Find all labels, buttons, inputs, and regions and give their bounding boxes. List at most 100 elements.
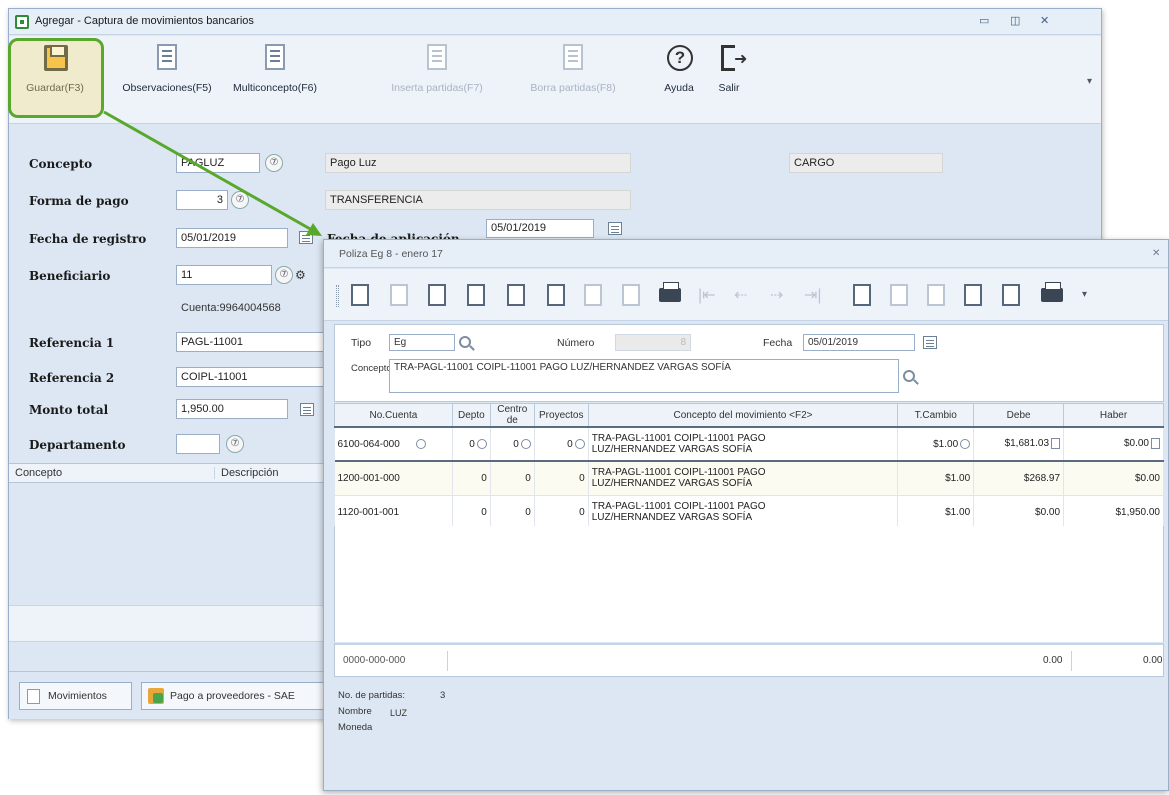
cell-cuenta[interactable]: 6100-064-000	[334, 426, 453, 462]
book-icon[interactable]	[504, 282, 528, 308]
search-document-icon[interactable]	[999, 282, 1023, 308]
poliza-toolbar-overflow-icon[interactable]: ▾	[1082, 289, 1087, 300]
maximize-button[interactable]: ◫	[1010, 14, 1030, 27]
cell-centro[interactable]: 0	[490, 461, 535, 496]
chart-disabled-icon[interactable]	[619, 282, 643, 308]
document-view-icon[interactable]	[544, 282, 568, 308]
poliza-fecha-calendar-icon[interactable]	[923, 336, 937, 349]
table-row[interactable]: 1200-001-000 0 0 0 TRA-PAGL-11001 COIPL-…	[334, 461, 1164, 496]
cell-cuenta[interactable]: 1120-001-001	[334, 495, 453, 530]
print-icon[interactable]	[657, 282, 681, 308]
forma-pago-field[interactable]: 3	[176, 190, 228, 210]
cell-haber[interactable]: $0.00	[1063, 461, 1164, 496]
edit-icon[interactable]	[348, 282, 372, 308]
cell-centro[interactable]: 0	[490, 495, 535, 530]
export-disabled-icon[interactable]	[924, 282, 948, 308]
referencia1-field[interactable]: PAGL-11001	[176, 332, 324, 352]
monto-field[interactable]: 1,950.00	[176, 399, 288, 419]
megaphone-icon[interactable]	[1039, 282, 1063, 308]
fecha-registro-field[interactable]: 05/01/2019	[176, 228, 288, 248]
document-disabled-icon[interactable]	[581, 282, 605, 308]
beneficiario-settings-icon[interactable]: ⚙	[295, 268, 306, 282]
cell-haber[interactable]: $1,950.00	[1063, 495, 1164, 530]
zoom-icon[interactable]	[850, 282, 874, 308]
cell-cuenta[interactable]: 1200-001-000	[334, 461, 453, 496]
search-icon[interactable]	[520, 438, 531, 449]
cell-concepto[interactable]: TRA-PAGL-11001 COIPL-11001 PAGO LUZ/HERNA…	[588, 495, 899, 530]
search-icon[interactable]	[415, 438, 426, 449]
fecha-aplicacion-calendar-icon[interactable]	[608, 222, 622, 235]
cell-tcambio[interactable]: $1.00	[897, 426, 975, 462]
beneficiario-field[interactable]: 11	[176, 265, 272, 285]
last-record-icon[interactable]: ⇥|	[804, 282, 828, 308]
tipo-search-icon[interactable]	[459, 336, 471, 348]
first-record-icon[interactable]: |⇤	[698, 282, 722, 308]
concepto-code-field[interactable]: PAGLUZ	[176, 153, 260, 173]
cell-tcambio[interactable]: $1.00	[897, 461, 975, 496]
cell-depto[interactable]: 0	[452, 426, 491, 462]
poliza-fecha-field[interactable]: 05/01/2019	[803, 334, 915, 351]
cell-debe[interactable]: $1,681.03	[973, 426, 1065, 462]
observaciones-button[interactable]: Observaciones(F5)	[117, 42, 217, 94]
close-button[interactable]: ✕	[1040, 14, 1059, 27]
inserta-partidas-button[interactable]: Inserta partidas(F7)	[382, 42, 492, 94]
calculator-icon[interactable]	[300, 403, 314, 416]
referencia2-field[interactable]: COIPL-11001	[176, 367, 324, 387]
col-debe[interactable]: Debe	[973, 403, 1065, 428]
documents-icon[interactable]	[961, 282, 985, 308]
concepto-search-icon[interactable]	[903, 370, 915, 382]
cell-proyecto[interactable]: 0	[534, 426, 589, 462]
beneficiario-lookup-icon[interactable]: ⑦	[275, 266, 293, 284]
minimize-button[interactable]: ▭	[979, 14, 999, 27]
insert-row-icon[interactable]	[425, 282, 449, 308]
col-haber[interactable]: Haber	[1063, 403, 1164, 428]
col-depto[interactable]: Depto	[451, 403, 491, 428]
col-no-cuenta[interactable]: No.Cuenta	[334, 403, 453, 428]
next-record-icon[interactable]: ⇢	[770, 282, 794, 308]
col-tcambio[interactable]: T.Cambio	[897, 403, 975, 428]
calculator-icon[interactable]	[1051, 438, 1061, 450]
col-proyectos[interactable]: Proyectos	[533, 403, 589, 428]
forma-pago-lookup-icon[interactable]: ⑦	[231, 191, 249, 209]
col-concepto-mov[interactable]: Concepto del movimiento <F2>	[587, 403, 899, 428]
poliza-close-button[interactable]: ✕	[1152, 248, 1160, 259]
grid-empty-area[interactable]	[334, 526, 1164, 642]
ayuda-button[interactable]: ? Ayuda	[657, 42, 701, 94]
cell-centro[interactable]: 0	[490, 426, 535, 462]
cell-concepto[interactable]: TRA-PAGL-11001 COIPL-11001 PAGO LUZ/HERNA…	[588, 426, 899, 462]
search-icon[interactable]	[960, 438, 971, 449]
table-row[interactable]: 1120-001-001 0 0 0 TRA-PAGL-11001 COIPL-…	[334, 495, 1164, 530]
departamento-field[interactable]	[176, 434, 220, 454]
cell-tcambio[interactable]: $1.00	[897, 495, 975, 530]
table-row[interactable]: 6100-064-000 0 0 0 TRA-PAGL-11001 COIPL-…	[334, 426, 1164, 462]
copy-icon[interactable]	[387, 282, 411, 308]
departamento-lookup-icon[interactable]: ⑦	[226, 435, 244, 453]
col-centro[interactable]: Centro de	[489, 403, 535, 428]
tab-pago-proveedores[interactable]: Pago a proveedores - SAE	[141, 682, 331, 710]
poliza-concepto-field[interactable]: TRA-PAGL-11001 COIPL-11001 PAGO LUZ/HERN…	[389, 359, 899, 393]
attach-disabled-icon[interactable]	[887, 282, 911, 308]
salir-button[interactable]: Salir	[709, 42, 749, 94]
borra-partidas-button[interactable]: Borra partidas(F8)	[521, 42, 625, 94]
multiconcepto-button[interactable]: Multiconcepto(F6)	[225, 42, 325, 94]
tab-movimientos[interactable]: Movimientos	[19, 682, 132, 710]
toolbar-overflow-icon[interactable]: ▾	[1087, 76, 1092, 87]
cell-haber[interactable]: $0.00	[1063, 426, 1164, 462]
calculator-icon[interactable]	[1151, 438, 1160, 450]
fecha-aplicacion-field[interactable]: 05/01/2019	[486, 219, 594, 238]
cell-proyecto[interactable]: 0	[534, 461, 589, 496]
cell-debe[interactable]: $0.00	[973, 495, 1065, 530]
cell-concepto[interactable]: TRA-PAGL-11001 COIPL-11001 PAGO LUZ/HERNA…	[588, 461, 899, 496]
delete-row-icon[interactable]	[464, 282, 488, 308]
prev-record-icon[interactable]: ⇠	[734, 282, 758, 308]
cell-debe[interactable]: $268.97	[973, 461, 1065, 496]
fecha-registro-calendar-icon[interactable]	[299, 231, 313, 244]
search-icon[interactable]	[574, 438, 585, 449]
delete-rows-icon	[558, 42, 588, 76]
cell-proyecto[interactable]: 0	[534, 495, 589, 530]
tipo-field[interactable]: Eg	[389, 334, 455, 351]
cell-depto[interactable]: 0	[452, 461, 491, 496]
cell-depto[interactable]: 0	[452, 495, 491, 530]
search-icon[interactable]	[476, 438, 487, 449]
concepto-lookup-icon[interactable]: ⑦	[265, 154, 283, 172]
